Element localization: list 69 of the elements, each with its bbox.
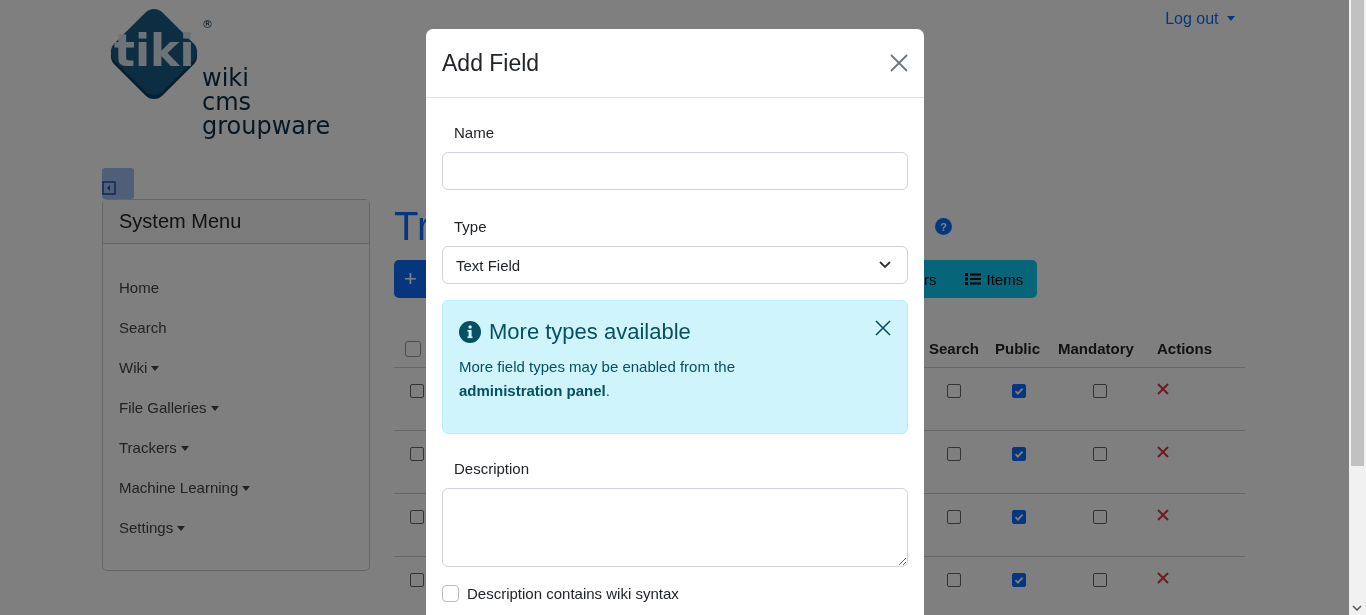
checkbox[interactable] bbox=[1011, 510, 1026, 524]
checkbox[interactable] bbox=[947, 573, 961, 587]
page-title: Tr bbox=[394, 203, 431, 249]
list-icon bbox=[964, 272, 981, 286]
menu-item[interactable]: Settings bbox=[119, 517, 353, 538]
caret-icon[interactable] bbox=[180, 446, 189, 451]
caret-icon[interactable] bbox=[177, 526, 186, 531]
field-label: Description bbox=[453, 460, 531, 478]
menu-item[interactable]: Search bbox=[119, 317, 353, 338]
column-header: Search bbox=[928, 340, 981, 357]
caret-icon[interactable] bbox=[242, 486, 251, 491]
menu-item[interactable]: Home bbox=[119, 277, 353, 298]
menu-item[interactable]: Machine Learning bbox=[119, 477, 353, 498]
field-label: Type bbox=[453, 218, 488, 236]
checkbox[interactable] bbox=[1092, 510, 1107, 524]
checkbox[interactable] bbox=[1092, 384, 1107, 398]
checkbox[interactable] bbox=[442, 585, 459, 602]
logo-text: cms bbox=[202, 90, 253, 114]
logo-text: wiki bbox=[202, 66, 250, 90]
description-field[interactable] bbox=[442, 488, 908, 567]
alert-text: More field types may be enabled from the administration panel. bbox=[459, 357, 736, 401]
name-field[interactable] bbox=[442, 152, 908, 190]
checkbox[interactable] bbox=[410, 447, 424, 461]
delete-icon[interactable] bbox=[1157, 572, 1169, 584]
column-header: Mandatory bbox=[1057, 340, 1135, 357]
info-icon bbox=[459, 321, 481, 343]
panel-title: System Menu bbox=[103, 200, 369, 244]
column-header: Actions bbox=[1156, 340, 1213, 357]
toolbar-button[interactable]: rs bbox=[924, 260, 951, 298]
field-label: Name bbox=[453, 124, 495, 142]
checkbox[interactable] bbox=[1092, 573, 1107, 587]
check-icon bbox=[1012, 448, 1025, 460]
delete-icon[interactable] bbox=[1157, 509, 1169, 521]
checkbox[interactable] bbox=[1011, 447, 1026, 461]
checkbox[interactable] bbox=[410, 510, 424, 524]
checkbox[interactable] bbox=[1011, 573, 1026, 587]
toolbar-button[interactable]: Items bbox=[950, 260, 1038, 298]
dialog-title: Add Field bbox=[442, 49, 540, 77]
checkbox[interactable] bbox=[405, 340, 421, 357]
check-icon bbox=[1012, 574, 1025, 586]
toggle-icon[interactable] bbox=[102, 168, 134, 199]
type-select[interactable]: Text Field bbox=[442, 246, 908, 284]
checkbox[interactable] bbox=[947, 384, 961, 398]
checkbox[interactable] bbox=[1011, 384, 1026, 398]
checkbox[interactable] bbox=[1092, 447, 1107, 461]
logo-text: groupware bbox=[202, 114, 331, 138]
checkbox-label: Description contains wiki syntax bbox=[467, 585, 679, 602]
column-header: Public bbox=[994, 340, 1041, 357]
caret-icon[interactable] bbox=[151, 366, 160, 371]
delete-icon[interactable] bbox=[1157, 446, 1169, 458]
menu-item[interactable]: Trackers bbox=[119, 437, 353, 458]
menu-item[interactable]: Wiki bbox=[119, 357, 353, 378]
help-icon[interactable]: ? bbox=[935, 217, 953, 235]
chevron-down-icon bbox=[879, 261, 891, 269]
logout-link[interactable]: Log out bbox=[1165, 10, 1235, 28]
checkbox[interactable] bbox=[410, 573, 424, 587]
checkbox[interactable] bbox=[410, 384, 424, 398]
checkbox[interactable] bbox=[947, 447, 961, 461]
chevron-down-icon[interactable] bbox=[1352, 605, 1362, 611]
alert-title: More types available bbox=[489, 319, 692, 345]
menu-item[interactable]: File Galleries bbox=[119, 397, 353, 418]
close-icon[interactable] bbox=[875, 320, 891, 336]
check-icon bbox=[1012, 385, 1025, 397]
caret-icon[interactable] bbox=[210, 406, 219, 411]
scrollbar[interactable] bbox=[1349, 0, 1366, 615]
checkbox[interactable] bbox=[947, 510, 961, 524]
delete-icon[interactable] bbox=[1157, 383, 1169, 395]
close-icon[interactable] bbox=[890, 54, 908, 72]
check-icon bbox=[1012, 511, 1025, 523]
